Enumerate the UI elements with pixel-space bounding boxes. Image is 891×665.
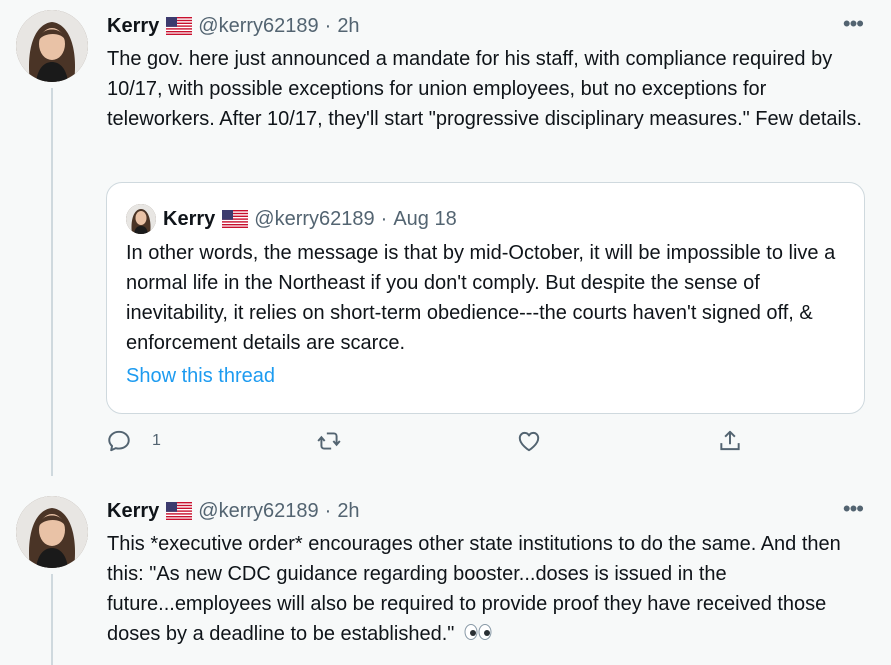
retweet-icon [317,432,341,450]
show-thread-link[interactable]: Show this thread [126,365,275,388]
more-options-icon[interactable]: ••• [843,13,864,35]
avatar[interactable] [16,10,88,82]
avatar [126,204,156,234]
reply-icon [108,430,130,452]
timestamp[interactable]: 2h [337,14,359,38]
us-flag-icon [166,17,193,35]
author-name[interactable]: Kerry [107,14,159,38]
quoted-date: Aug 18 [393,207,457,230]
separator: · [380,207,388,230]
tweet-actions: 1 [106,428,756,464]
tweet-header: Kerry @kerry62189 · 2h [107,14,360,38]
separator: · [324,500,332,522]
tweet-header: Kerry @kerry62189 · 2h [107,499,360,523]
share-icon [720,430,740,451]
author-handle[interactable]: @kerry62189 [198,14,318,38]
quoted-author-name: Kerry [163,207,216,230]
separator: · [324,15,332,37]
quoted-tweet[interactable]: Kerry @kerry62189 · Aug 18 In other word… [106,182,865,414]
tweet-text-container: This *executive order* encourages other … [107,529,867,650]
share-button[interactable] [717,428,743,454]
tweet[interactable]: Kerry @kerry62189 · 2h ••• This *executi… [0,476,891,665]
author-name[interactable]: Kerry [107,499,159,523]
eyes-icon [464,620,492,650]
reply-count: 1 [152,432,161,449]
thread-line [51,88,53,476]
more-options-icon[interactable]: ••• [843,498,864,520]
avatar[interactable] [16,496,88,568]
retweet-button[interactable] [316,428,342,454]
tweet[interactable]: Kerry @kerry62189 · 2h ••• The gov. here [0,0,891,476]
quoted-author-handle: @kerry62189 [254,207,375,230]
reply-button[interactable]: 1 [106,428,161,454]
timeline: Kerry @kerry62189 · 2h ••• The gov. here [0,0,891,665]
quoted-tweet-text: In other words, the message is that by m… [126,242,836,354]
timestamp[interactable]: 2h [337,499,359,523]
like-button[interactable] [516,428,542,454]
thread-line [51,574,53,665]
heart-icon [518,431,540,452]
us-flag-icon [222,210,249,228]
us-flag-icon [166,502,193,520]
author-handle[interactable]: @kerry62189 [198,499,318,523]
tweet-text: The gov. here just announced a mandate f… [107,48,862,130]
quoted-tweet-header: Kerry @kerry62189 · Aug 18 [126,204,457,234]
